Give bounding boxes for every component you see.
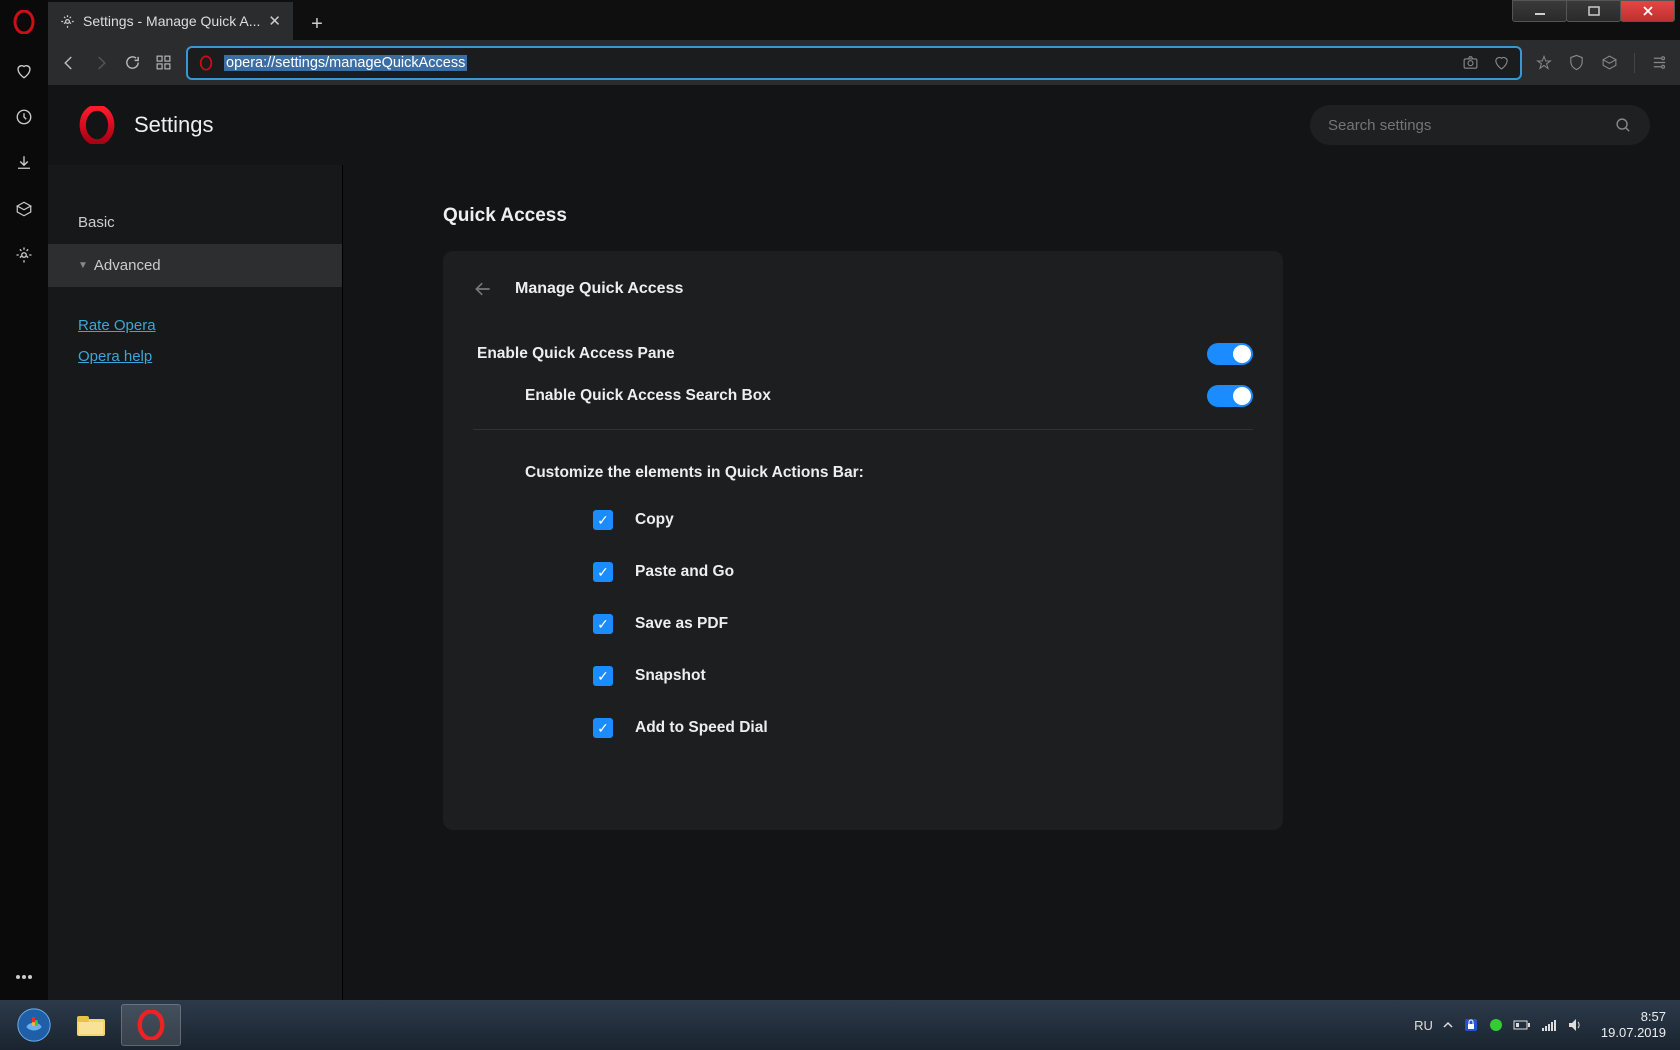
window-close-button[interactable]	[1620, 0, 1675, 22]
checkbox-label: Add to Speed Dial	[635, 719, 768, 737]
checkbox-label: Copy	[635, 511, 674, 529]
checkbox-copy[interactable]: ✓	[593, 510, 613, 530]
more-icon[interactable]	[15, 974, 33, 980]
sidebar-item-advanced[interactable]: ▼ Advanced	[48, 244, 342, 287]
bookmark-star-icon[interactable]	[1536, 55, 1552, 71]
browser-toolbar: opera://settings/manageQuickAccess	[48, 40, 1680, 85]
checkbox-label: Paste and Go	[635, 563, 734, 581]
separator	[1634, 53, 1635, 73]
new-tab-button[interactable]: +	[301, 8, 333, 40]
sidebar-item-basic[interactable]: Basic	[48, 201, 342, 244]
opera-logo-icon[interactable]	[12, 10, 36, 34]
card-title: Manage Quick Access	[515, 280, 683, 298]
opera-small-icon	[198, 55, 214, 71]
search-icon	[1615, 117, 1632, 134]
easy-setup-icon[interactable]	[1651, 54, 1668, 71]
enable-pane-toggle[interactable]	[1207, 343, 1253, 365]
taskbar-app-opera[interactable]	[121, 1004, 181, 1046]
opera-logo-large-icon	[78, 106, 116, 144]
checkbox-paste-go[interactable]: ✓	[593, 562, 613, 582]
caret-down-icon: ▼	[78, 260, 88, 271]
window-maximize-button[interactable]	[1566, 0, 1621, 22]
customize-label: Customize the elements in Quick Actions …	[473, 464, 1253, 482]
tray-date: 19.07.2019	[1601, 1025, 1666, 1041]
tray-wifi-icon[interactable]	[1541, 1018, 1557, 1032]
history-icon[interactable]	[15, 108, 33, 126]
tab-title: Settings - Manage Quick A...	[83, 13, 260, 29]
toggle-label: Enable Quick Access Search Box	[525, 387, 771, 405]
tray-clock[interactable]: 8:57 19.07.2019	[1601, 1009, 1666, 1040]
browser-sidebar	[0, 0, 48, 1000]
checkbox-label: Snapshot	[635, 667, 706, 685]
nav-forward-button[interactable]	[92, 54, 110, 72]
gear-icon	[60, 14, 75, 29]
url-text: opera://settings/manageQuickAccess	[224, 55, 467, 71]
window-minimize-button[interactable]	[1512, 0, 1567, 22]
tab-close-icon[interactable]: ✕	[268, 12, 281, 30]
enable-search-toggle[interactable]	[1207, 385, 1253, 407]
section-title: Quick Access	[443, 205, 1680, 227]
cube-extension-icon[interactable]	[1601, 54, 1618, 71]
address-bar[interactable]: opera://settings/manageQuickAccess	[186, 46, 1522, 80]
rate-opera-link[interactable]: Rate Opera	[78, 317, 312, 334]
tray-lang[interactable]: RU	[1414, 1018, 1433, 1033]
settings-header: Settings	[48, 85, 1680, 165]
snapshot-icon[interactable]	[1462, 54, 1479, 71]
sidebar-label: Advanced	[94, 257, 161, 274]
speed-dial-button[interactable]	[155, 54, 172, 71]
browser-tab[interactable]: Settings - Manage Quick A... ✕	[48, 2, 293, 40]
toggle-label: Enable Quick Access Pane	[477, 345, 675, 363]
tray-time: 8:57	[1601, 1009, 1666, 1025]
checkbox-save-pdf[interactable]: ✓	[593, 614, 613, 634]
settings-search-input[interactable]	[1328, 117, 1615, 134]
bookmark-heart-icon[interactable]	[1493, 54, 1510, 71]
page-title: Settings	[134, 112, 214, 138]
reload-button[interactable]	[124, 54, 141, 71]
checkbox-speed-dial[interactable]: ✓	[593, 718, 613, 738]
tray-battery-icon[interactable]	[1513, 1019, 1531, 1031]
windows-taskbar: RU 8:57 19.07.2019	[0, 1000, 1680, 1050]
tab-strip: Settings - Manage Quick A... ✕ +	[48, 0, 1680, 40]
tray-security-icon[interactable]	[1463, 1017, 1479, 1033]
tray-volume-icon[interactable]	[1567, 1018, 1583, 1032]
checkbox-label: Save as PDF	[635, 615, 728, 633]
back-arrow-icon[interactable]	[473, 279, 493, 299]
opera-help-link[interactable]: Opera help	[78, 348, 312, 365]
extensions-icon[interactable]	[15, 200, 33, 218]
settings-content: Quick Access Manage Quick Access Enable …	[343, 165, 1680, 1000]
settings-sidebar: Basic ▼ Advanced Rate Opera Opera help	[48, 165, 343, 1000]
adblock-icon[interactable]	[1568, 54, 1585, 71]
downloads-icon[interactable]	[15, 154, 33, 172]
sidebar-label: Basic	[78, 214, 115, 231]
heart-icon[interactable]	[15, 62, 33, 80]
settings-card: Manage Quick Access Enable Quick Access …	[443, 251, 1283, 830]
settings-search[interactable]	[1310, 105, 1650, 145]
taskbar-app-explorer[interactable]	[61, 1004, 121, 1046]
nav-back-button[interactable]	[60, 54, 78, 72]
settings-gear-icon[interactable]	[15, 246, 33, 264]
tray-arrow-icon[interactable]	[1443, 1020, 1453, 1030]
tray-green-icon[interactable]	[1489, 1018, 1503, 1032]
checkbox-snapshot[interactable]: ✓	[593, 666, 613, 686]
start-button[interactable]	[6, 1004, 61, 1046]
